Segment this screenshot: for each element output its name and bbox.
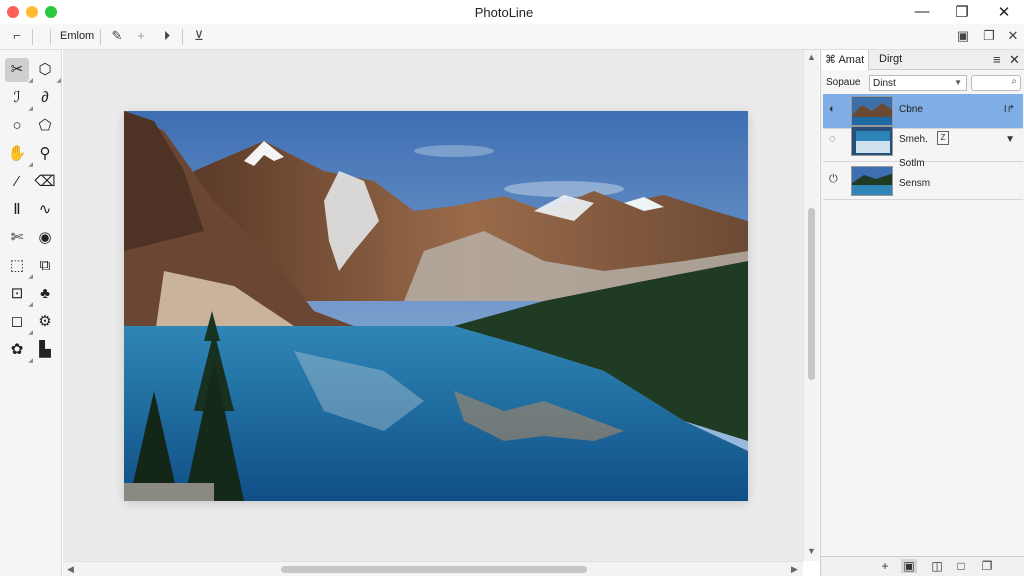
tab-dirgt[interactable]: Dirgt: [879, 53, 902, 65]
panel-tabs: ⌘ Amat Dirgt ≡ ✕: [821, 50, 1024, 70]
layer-name: Smeh.: [899, 134, 928, 145]
toolbar-separator: [50, 29, 51, 45]
close-icon[interactable]: ✕: [1004, 28, 1022, 44]
layers-panel: ⌘ Amat Dirgt ≡ ✕ Sopaue Dinst ▼ ⌕ ◐ Cbne…: [820, 50, 1024, 576]
scroll-up-arrow[interactable]: ▲: [807, 52, 816, 62]
layer-divider: [823, 199, 1023, 200]
hand-icon[interactable]: ✋ ◢: [5, 142, 33, 168]
filter-value: Dinst: [873, 78, 896, 89]
toolbar-separator: [182, 29, 183, 45]
layer-thumbnail: [851, 126, 893, 156]
minimize-button[interactable]: —: [912, 3, 932, 20]
duplicate-icon[interactable]: ❐: [979, 559, 995, 573]
shape-icon[interactable]: ◻ ◢: [5, 310, 33, 336]
panel-menu-icon[interactable]: ≡: [993, 52, 1001, 67]
fill-icon[interactable]: ♣: [33, 282, 57, 306]
scroll-right-arrow[interactable]: ▶: [791, 564, 798, 575]
toolbar-separator: [32, 29, 33, 45]
add-icon[interactable]: +: [877, 559, 893, 573]
layer-row[interactable]: ⏻ Sotlm Sensm: [823, 158, 1023, 198]
toolbar-separator: [100, 29, 101, 45]
close-button[interactable]: ✕: [994, 3, 1014, 21]
group-icon[interactable]: ▣: [901, 559, 917, 573]
mask-icon[interactable]: ◫: [929, 559, 945, 573]
tab-label: Amat: [838, 54, 865, 66]
title-bar: PhotoLine — ❐ ✕: [0, 0, 1024, 24]
scroll-left-arrow[interactable]: ◀: [67, 564, 74, 575]
polygon-icon[interactable]: ⬠: [33, 114, 57, 138]
text-icon[interactable]: Ⅱ: [5, 198, 29, 222]
cut-icon[interactable]: ✄: [5, 226, 29, 250]
chevron-down-icon: ▼: [954, 78, 962, 87]
panel-footer: + ▣ ◫ □ ❐: [821, 556, 1024, 576]
vertical-scroll-thumb[interactable]: [808, 208, 815, 380]
layer-sub-name: Sensm: [899, 178, 931, 189]
vertical-scrollbar[interactable]: ▲ ▼: [803, 50, 819, 561]
filter-label: Sopaue: [826, 77, 861, 88]
plus-icon[interactable]: +: [132, 28, 150, 43]
circle-icon[interactable]: ○: [5, 114, 29, 138]
stamp-icon[interactable]: ⊻: [190, 28, 208, 44]
brush-icon[interactable]: ⁄: [5, 170, 29, 194]
scissors-icon[interactable]: ✂ ◢: [5, 58, 33, 84]
curve-icon[interactable]: ∂: [33, 86, 57, 110]
visibility-icon[interactable]: ◐: [829, 103, 836, 115]
pipette-icon[interactable]: ⚲: [33, 142, 57, 166]
visibility-icon[interactable]: ⏻: [829, 173, 838, 186]
path-icon[interactable]: ∿: [33, 198, 57, 222]
layer-name: Cbne: [899, 104, 923, 115]
search-icon: ⌕: [1011, 76, 1017, 87]
transform-icon[interactable]: ⧉: [33, 254, 57, 278]
visibility-icon[interactable]: ◌: [829, 133, 836, 145]
layer-thumbnail: [851, 96, 893, 126]
horizontal-scroll-thumb[interactable]: [281, 566, 587, 573]
layer-name: Sotlm: [899, 158, 925, 169]
toolbar: ⌐ Emlom ✎ + ⏵ ⊻ ▣ ❐ ✕: [0, 24, 1024, 50]
layer-options-icon[interactable]: I↱: [1004, 104, 1015, 115]
blur-icon[interactable]: ◉: [33, 226, 57, 250]
window-title: PhotoLine: [474, 5, 534, 20]
lasso-icon[interactable]: ℐ ◢: [5, 86, 33, 112]
filter-select[interactable]: Dinst ▼: [869, 75, 967, 91]
layer-row[interactable]: ◐ Cbne I↱: [823, 94, 1023, 128]
eraser-icon[interactable]: ⌫: [33, 170, 57, 194]
pencil-icon[interactable]: ✎: [108, 28, 126, 44]
clone-icon[interactable]: ✿ ◢: [5, 338, 33, 364]
shapes-icon[interactable]: ⬡ ◢: [33, 58, 61, 84]
image-icon[interactable]: ▣: [954, 28, 972, 44]
tool-panel: ✂ ◢ ⬡ ◢ ℐ ◢ ∂ ○ ⬠ ✋ ◢ ⚲ ⁄ ⌫ Ⅱ ∿ ✄ ◉ ⬚ ◢ ⧉ ⊡ ◢ …: [0, 50, 62, 576]
layer-thumbnail: [851, 166, 893, 196]
mode-label[interactable]: Emlom: [60, 30, 94, 42]
scroll-down-arrow[interactable]: ▼: [807, 546, 816, 556]
tab-amat[interactable]: ⌘ Amat: [821, 50, 870, 70]
document-image[interactable]: [124, 111, 748, 501]
stamp-icon[interactable]: ▙: [33, 338, 57, 362]
play-icon[interactable]: ⏵: [158, 28, 176, 44]
layer-row[interactable]: ◌ Smeh. Z ▼: [823, 124, 1023, 158]
panel-close-icon[interactable]: ✕: [1009, 52, 1020, 68]
layer-mask-badge[interactable]: Z: [937, 131, 949, 145]
crop-icon[interactable]: ⬚ ◢: [5, 254, 33, 280]
gear-icon[interactable]: ⚙: [33, 310, 57, 334]
cursor-icon[interactable]: ⌐: [8, 28, 26, 43]
horizontal-scrollbar[interactable]: ◀ ▶: [63, 561, 803, 576]
new-layer-icon[interactable]: □: [953, 559, 969, 573]
layer-expand-icon[interactable]: ▼: [1005, 134, 1015, 145]
filter-row: Sopaue Dinst ▼ ⌕: [821, 72, 1024, 94]
maximize-button[interactable]: ❐: [952, 3, 972, 21]
search-input[interactable]: ⌕: [971, 75, 1021, 91]
copy-icon[interactable]: ❐: [980, 28, 998, 44]
select-icon[interactable]: ⊡ ◢: [5, 282, 33, 308]
